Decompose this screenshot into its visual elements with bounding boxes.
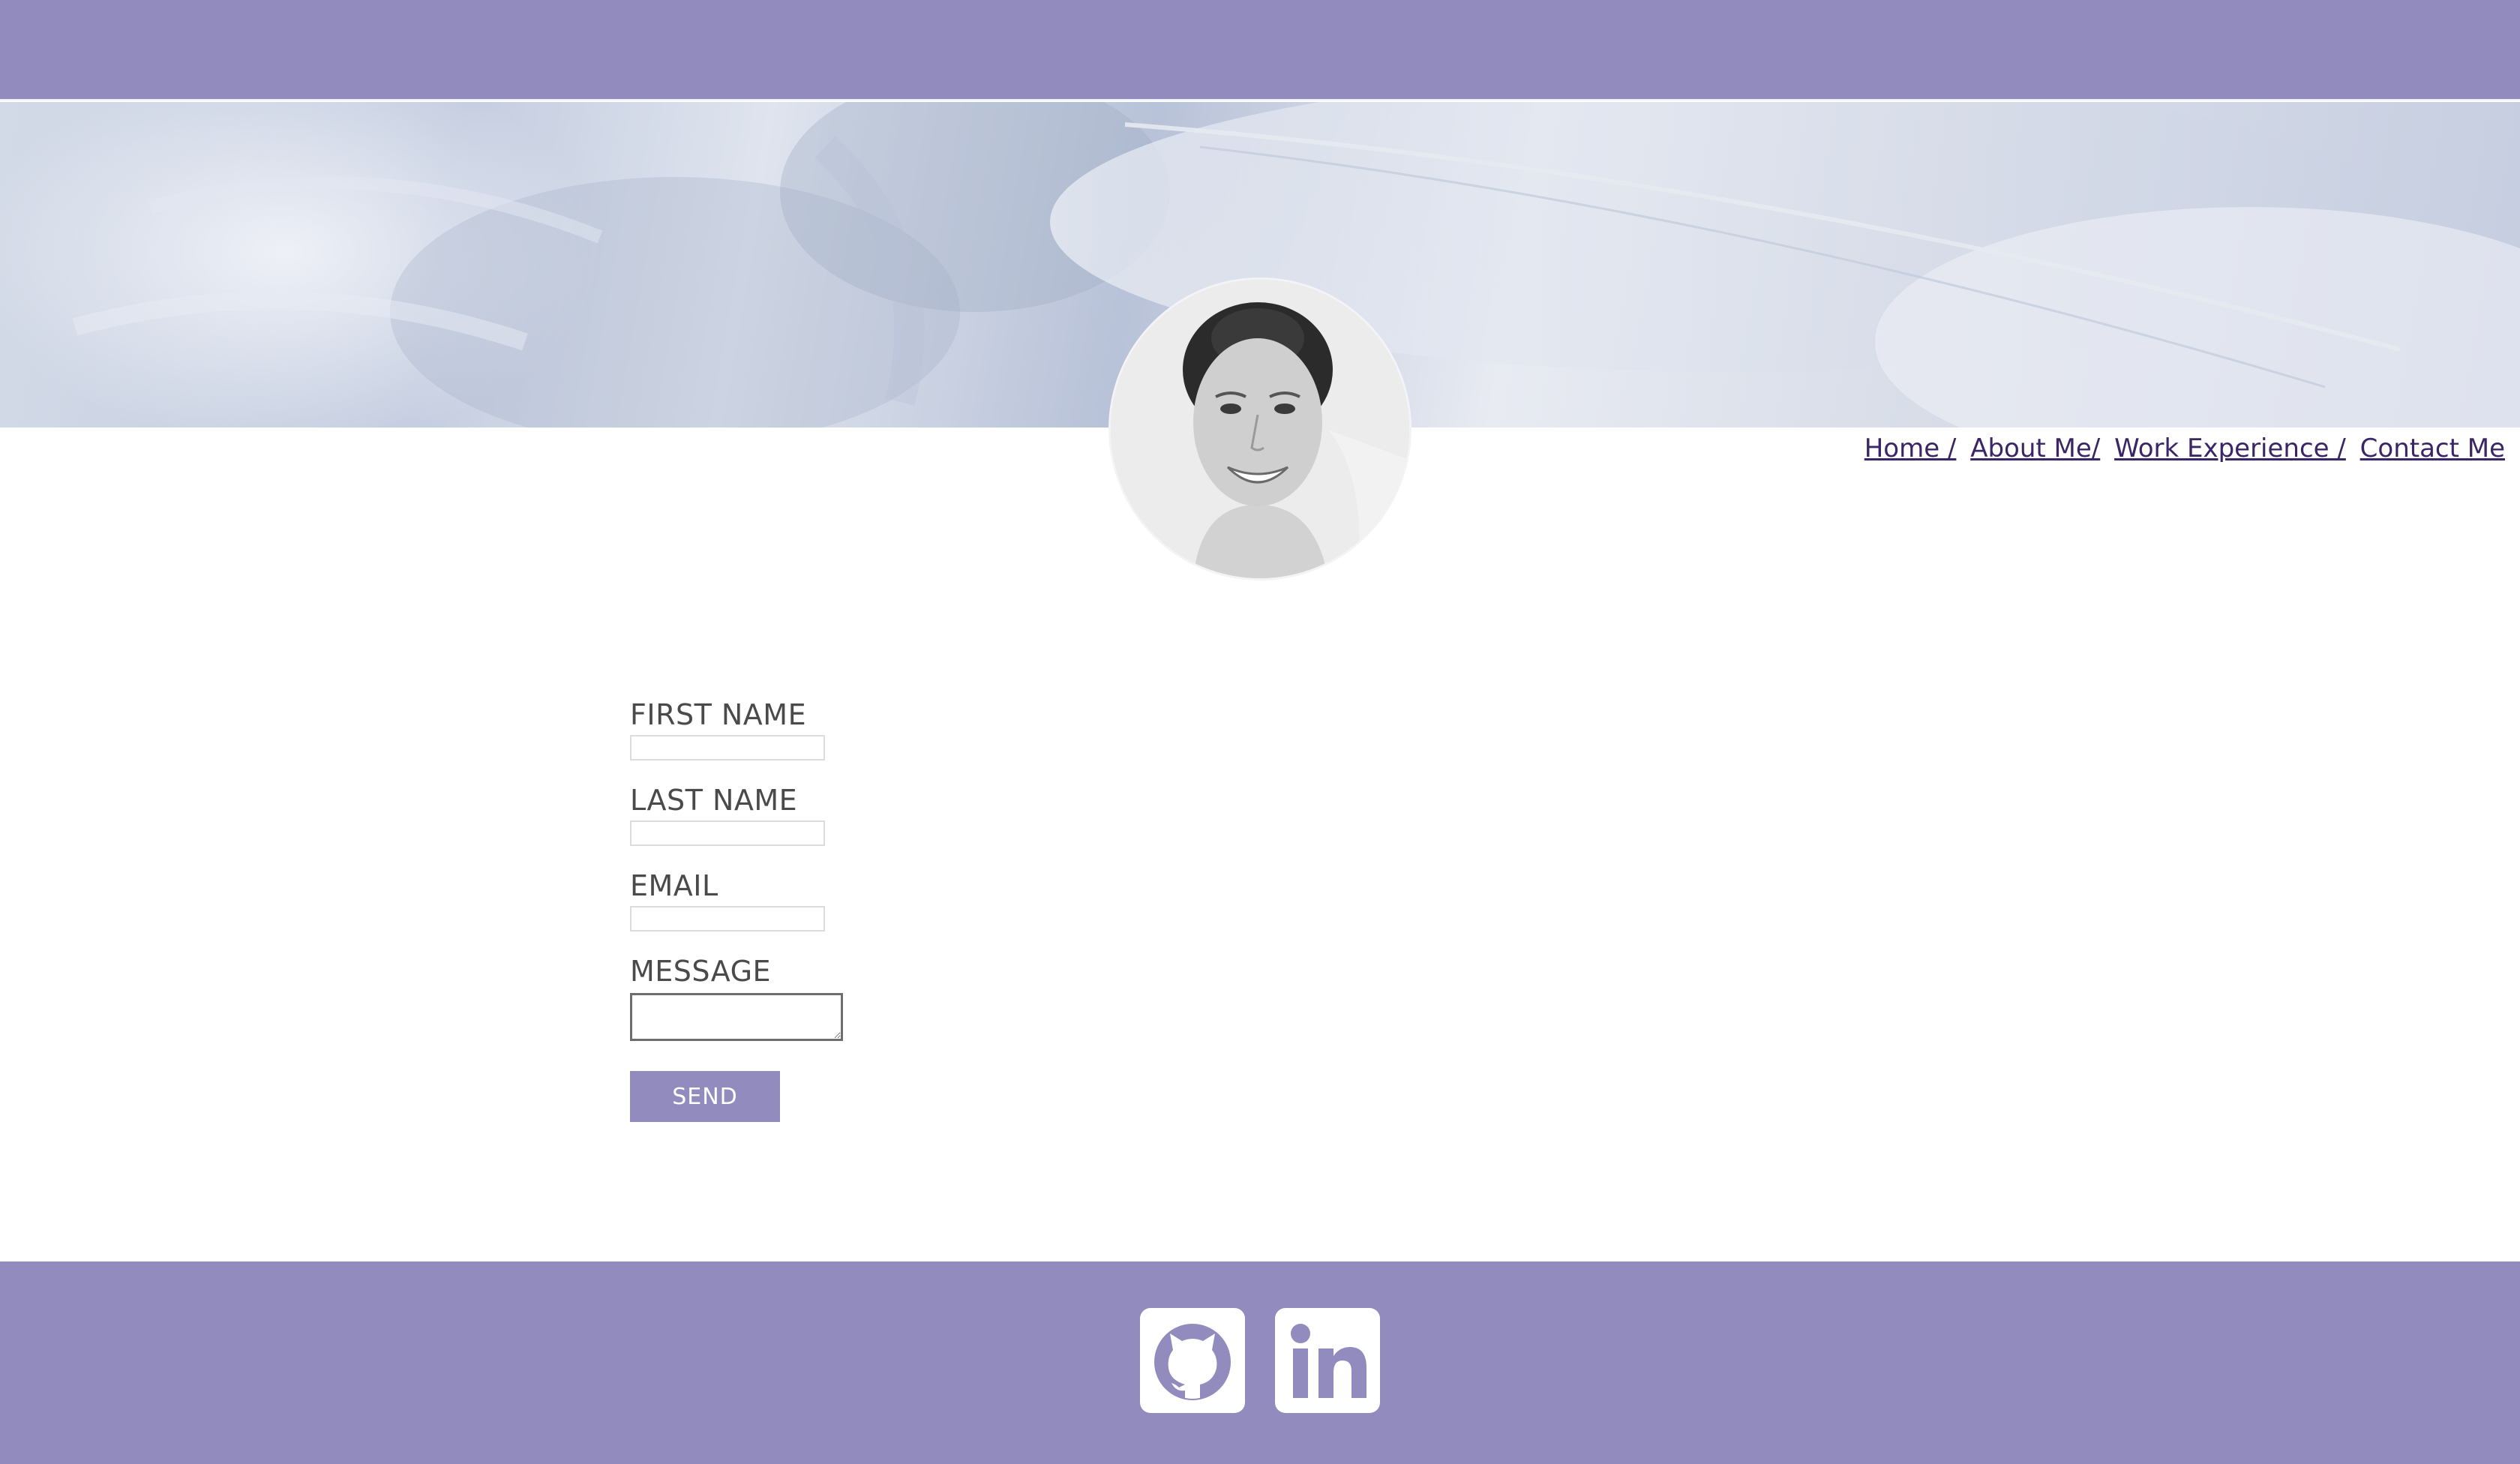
main-nav: Home / About Me/ Work Experience / Conta…	[1864, 434, 2505, 464]
contact-form: FIRST NAME LAST NAME EMAIL MESSAGE SEND	[630, 698, 1080, 1122]
footer	[0, 1262, 2520, 1464]
email-input[interactable]	[630, 906, 825, 932]
first-name-input[interactable]	[630, 735, 825, 760]
github-link[interactable]	[1140, 1308, 1245, 1413]
last-name-input[interactable]	[630, 820, 825, 846]
send-button[interactable]: SEND	[630, 1071, 780, 1122]
last-name-label: LAST NAME	[630, 784, 798, 817]
nav-work-experience-link[interactable]: Work Experience /	[2114, 434, 2346, 464]
nav-about-me-link[interactable]: About Me/	[1970, 434, 2100, 464]
github-icon	[1154, 1324, 1231, 1400]
first-name-label: FIRST NAME	[630, 698, 807, 731]
email-label: EMAIL	[630, 869, 718, 902]
message-textarea[interactable]	[630, 993, 843, 1041]
linkedin-icon	[1291, 1324, 1366, 1398]
portrait-image	[1111, 280, 1409, 578]
nav-home-link[interactable]: Home /	[1864, 434, 1957, 464]
nav-contact-me-link[interactable]: Contact Me	[2360, 434, 2505, 464]
message-label: MESSAGE	[630, 955, 772, 988]
page: Home / About Me/ Work Experience / Conta…	[0, 0, 2520, 1464]
linkedin-link[interactable]	[1275, 1308, 1380, 1413]
profile-photo	[1108, 278, 1412, 580]
top-header-bar	[0, 0, 2520, 100]
